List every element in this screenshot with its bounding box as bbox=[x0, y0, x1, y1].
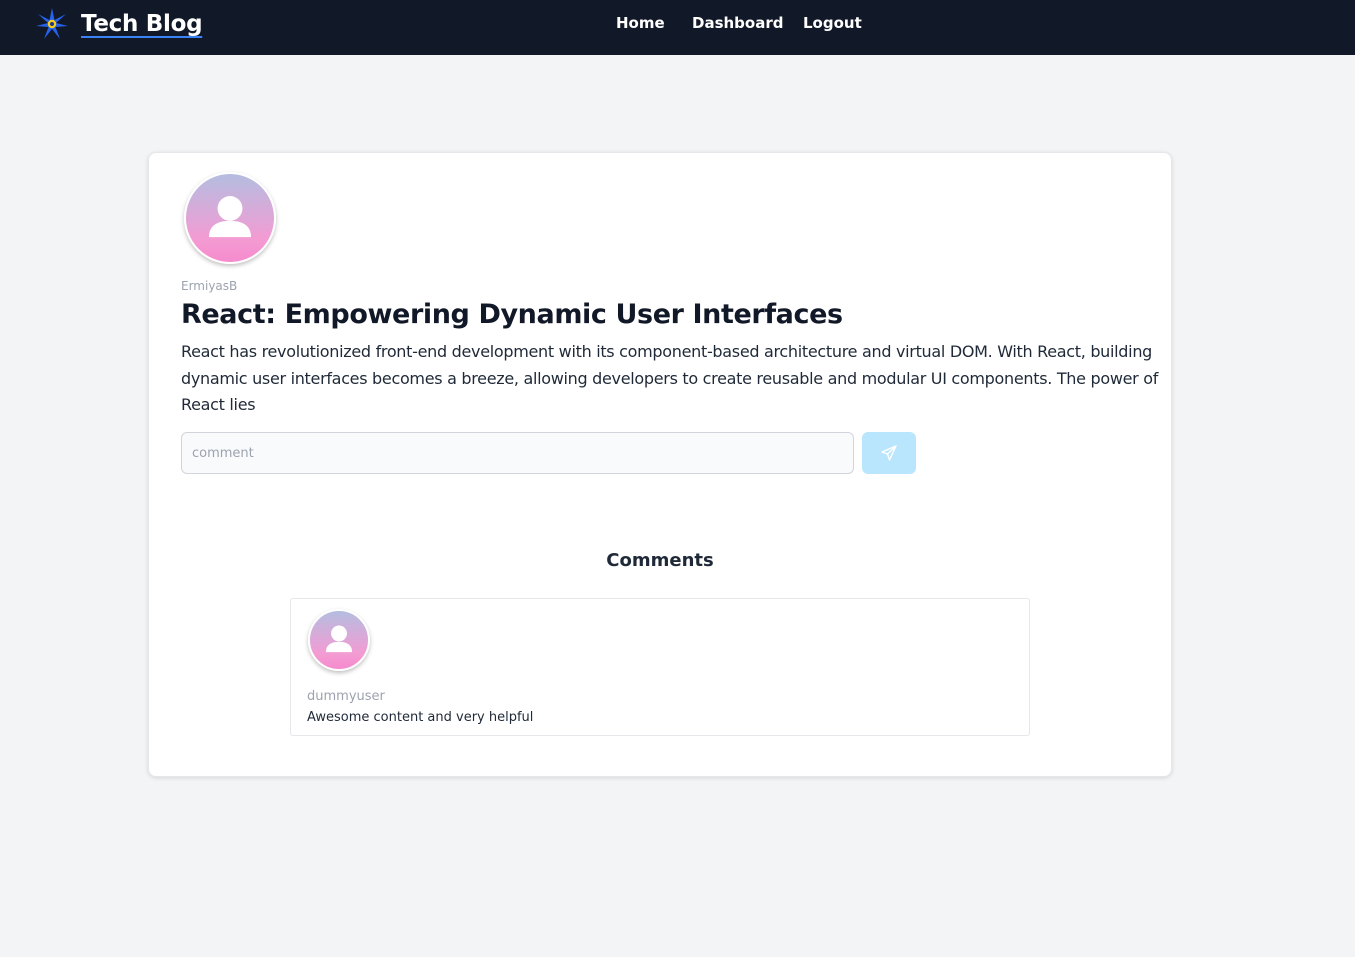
comment-input[interactable] bbox=[181, 432, 854, 474]
nav-home-link[interactable]: Home bbox=[616, 14, 665, 32]
author-name: ErmiyasB bbox=[181, 279, 238, 293]
comment-text: Awesome content and very helpful bbox=[307, 710, 534, 725]
post-card: ErmiyasB React: Empowering Dynamic User … bbox=[148, 152, 1172, 777]
send-comment-button[interactable] bbox=[862, 432, 916, 474]
user-avatar-icon bbox=[325, 625, 353, 653]
post-title: React: Empowering Dynamic User Interface… bbox=[181, 299, 843, 330]
nav-links: Home Dashboard Logout bbox=[0, 14, 1355, 34]
commenter-name: dummyuser bbox=[307, 689, 385, 704]
paper-plane-icon bbox=[881, 445, 897, 461]
nav-logout-link[interactable]: Logout bbox=[803, 14, 862, 32]
user-avatar-icon bbox=[208, 196, 252, 238]
navbar: Tech Blog Home Dashboard Logout bbox=[0, 0, 1355, 55]
post-body: React has revolutionized front-end devel… bbox=[181, 342, 1159, 414]
nav-dashboard-link[interactable]: Dashboard bbox=[692, 14, 783, 32]
comment-card: dummyuser Awesome content and very helpf… bbox=[290, 598, 1030, 736]
comments-heading: Comments bbox=[606, 550, 714, 571]
author-avatar bbox=[184, 172, 276, 264]
commenter-avatar bbox=[308, 609, 370, 671]
